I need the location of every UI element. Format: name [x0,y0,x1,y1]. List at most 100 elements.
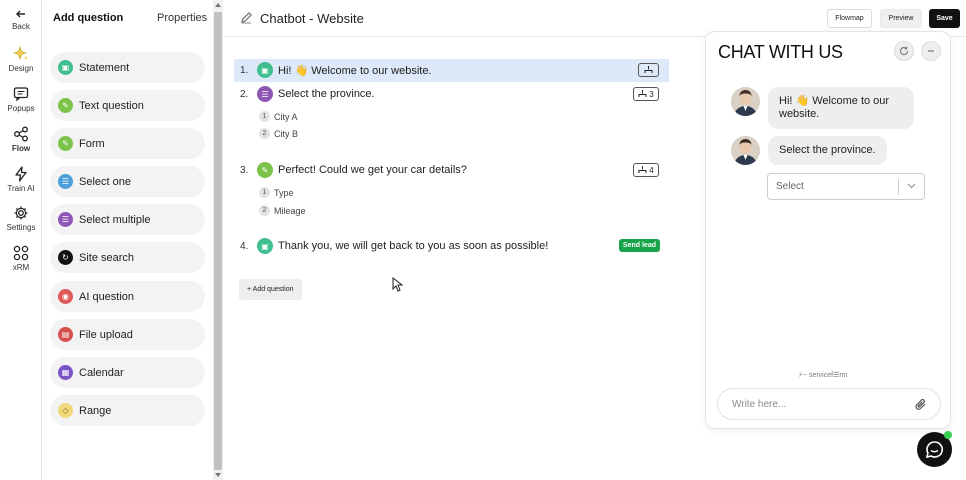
palette-item-label: Form [79,137,105,150]
rail-item-flow[interactable]: Flow [0,126,42,153]
palette-item-select-multiple[interactable]: ☰ Select multiple [50,204,205,235]
paperclip-icon[interactable] [914,397,928,412]
province-select[interactable]: Select [767,173,925,200]
option-item[interactable]: 2 City B [259,128,298,139]
tab-properties[interactable]: Properties [157,12,207,24]
rail-item-xrm[interactable]: xRM [0,245,42,272]
option-label: Mileage [274,205,306,216]
palette-item-form[interactable]: ✎ Form [50,128,205,159]
preview-button[interactable]: Preview [880,9,922,28]
question-row-2[interactable]: 2. ☰ Select the province. 3 [234,83,669,106]
arrow-left-icon [16,10,25,18]
branch-badge[interactable] [638,63,659,77]
flowmap-button[interactable]: Flowmap [827,9,872,28]
palette-item-calendar[interactable]: ▦ Calendar [50,357,205,388]
option-item[interactable]: 1 City A [259,111,298,122]
scroll-down-arrow-icon[interactable] [215,473,221,477]
chat-preview-widget: CHAT WITH US Hi! 👋 Welcome to our websit… [705,31,951,429]
option-item[interactable]: 1 Type [259,187,294,198]
search-icon: ↻ [58,250,73,265]
rail-label-train-ai: Train AI [7,184,35,193]
question-number: 3. [240,165,249,176]
question-row-4[interactable]: 4. ▣ Thank you, we will get back to you … [234,235,669,258]
page-title[interactable]: Chatbot - Website [260,11,364,26]
branch-icon [638,166,647,173]
question-number: 4. [240,241,249,252]
palette-item-select-one[interactable]: ☰ Select one [50,166,205,197]
left-rail: Back Design Popups Flow Train AI Setting… [0,0,42,480]
option-number: 1 [259,111,270,122]
file-icon: ▤ [58,327,73,342]
ai-icon: ◉ [58,289,73,304]
bolt-icon [15,166,27,182]
palette-item-file-upload[interactable]: ▤ File upload [50,319,205,350]
sparkle-icon [13,46,28,60]
tab-add-question[interactable]: Add question [53,12,123,24]
chat-bubble-icon [925,441,943,459]
list-icon: ☰ [58,174,73,189]
palette-item-text-question[interactable]: ✎ Text question [50,90,205,121]
rail-label-popups: Popups [7,104,35,113]
palette-item-site-search[interactable]: ↻ Site search [50,242,205,273]
refresh-button[interactable] [894,41,914,61]
minus-icon [928,50,934,52]
palette-item-statement[interactable]: ▣ Statement [50,52,205,83]
rail-item-train-ai[interactable]: Train AI [0,166,42,193]
option-number: 2 [259,205,270,216]
palette-item-label: File upload [79,328,133,341]
range-icon: ◇ [58,403,73,418]
message-input-placeholder: Write here... [732,398,787,410]
bot-message: Select the province. [768,136,887,165]
option-label: City A [274,111,298,122]
rail-item-design[interactable]: Design [0,46,42,73]
palette-item-label: Statement [79,61,130,74]
agent-photo-icon [731,136,760,165]
option-label: City B [274,128,299,139]
option-number: 1 [259,187,270,198]
palette-item-label: Select multiple [79,213,151,226]
question-palette: Add question Properties ▣ Statement ✎ Te… [43,0,213,480]
question-row-1[interactable]: 1. ▣ Hi! 👋 Welcome to our website. [234,59,669,82]
palette-item-label: AI question [79,290,135,303]
chevron-down-icon [907,183,916,189]
back-button[interactable]: Back [0,8,42,31]
back-label: Back [12,22,30,31]
online-status-dot [944,431,952,439]
save-button[interactable]: Save [929,9,960,28]
avatar [731,87,760,116]
palette-item-label: Site search [79,251,135,264]
question-text: Perfect! Could we get your car details? [278,164,467,176]
branch-icon [644,66,653,73]
rail-item-popups[interactable]: Popups [0,86,42,113]
send-lead-badge[interactable]: Send lead [618,239,660,252]
branch-badge[interactable]: 4 [633,163,659,177]
palette-scrollbar[interactable] [213,0,223,480]
rail-item-settings[interactable]: Settings [0,205,42,232]
pencil-icon: ✎ [58,136,73,151]
minimize-button[interactable] [921,41,941,61]
statement-icon: ▣ [257,238,273,254]
rail-label-flow: Flow [11,144,31,153]
scrollbar-thumb[interactable] [214,12,222,470]
branch-icon [638,90,647,97]
powered-by-logo: ⚡~ servicef☰rm [798,372,848,379]
branch-badge[interactable]: 3 [633,87,659,101]
question-number: 1. [240,65,249,76]
question-row-3[interactable]: 3. ✎ Perfect! Could we get your car deta… [234,159,669,182]
palette-item-ai-question[interactable]: ◉ AI question [50,281,205,312]
question-text: Hi! 👋 Welcome to our website. [278,65,432,77]
chat-launcher-button[interactable] [917,431,952,467]
select-divider [898,179,899,195]
option-label: Type [274,187,294,198]
palette-item-range[interactable]: ◇ Range [50,395,205,426]
list-icon: ☰ [257,86,273,102]
grid-icon [13,245,29,261]
add-question-button[interactable]: + Add question [239,279,302,300]
scroll-up-arrow-icon[interactable] [215,3,221,7]
option-item[interactable]: 2 Mileage [259,205,306,216]
bot-message: Hi! 👋 Welcome to our website. [768,87,914,129]
pencil-icon[interactable] [240,11,253,24]
calendar-icon: ▦ [58,365,73,380]
mouse-cursor-icon [392,277,403,292]
message-input[interactable]: Write here... [717,388,941,420]
